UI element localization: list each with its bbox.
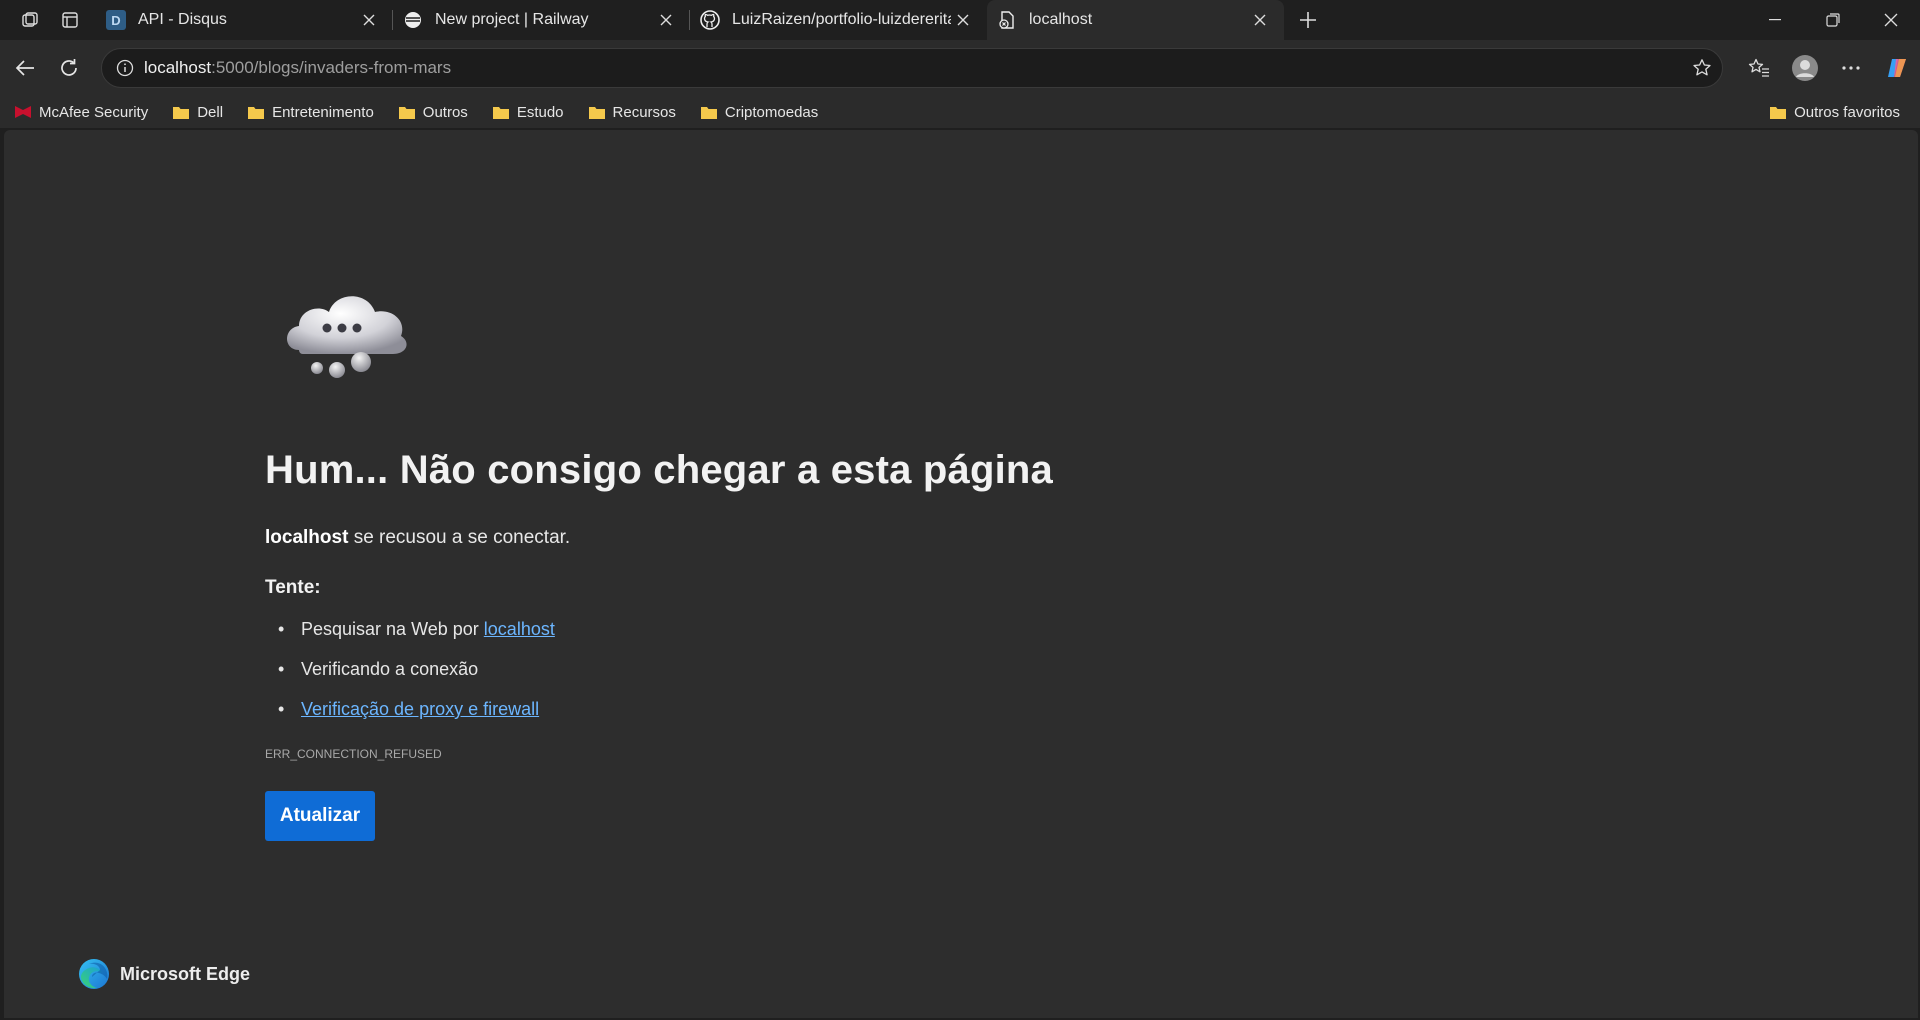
more-options-icon[interactable] <box>1828 46 1874 90</box>
window-controls <box>1746 0 1920 40</box>
suggestion-search-web: Pesquisar na Web por localhost <box>265 609 555 649</box>
bookmark-folder-outros[interactable]: Outros <box>384 96 478 128</box>
error-host: localhost <box>265 527 349 548</box>
favorites-bar: McAfee Security Dell Entretenimento Outr… <box>0 96 1920 128</box>
tab-railway[interactable]: New project | Railway <box>393 0 690 40</box>
folder-icon <box>1769 104 1787 120</box>
bookmark-label: Outros favoritos <box>1794 103 1900 121</box>
back-arrow-icon <box>15 60 34 76</box>
edge-branding: Microsoft Edge <box>78 958 250 990</box>
workspaces-icon[interactable] <box>10 0 50 40</box>
brand-name: Microsoft Edge <box>120 963 251 984</box>
folder-icon <box>588 104 606 120</box>
folder-icon <box>700 104 718 120</box>
folder-icon <box>492 104 510 120</box>
try-label: Tente: <box>265 577 321 598</box>
close-tab-icon[interactable] <box>357 8 381 32</box>
error-heading: Hum... Não consigo chegar a esta página <box>265 448 1053 492</box>
bookmark-label: Dell <box>197 103 224 121</box>
tab-localhost[interactable]: localhost <box>987 0 1284 40</box>
tab-strip: D API - Disqus New project | Railway Lui… <box>0 0 1920 40</box>
close-tab-icon[interactable] <box>654 8 678 32</box>
url-text[interactable]: localhost:5000/blogs/invaders-from-mars <box>144 58 1682 78</box>
mcafee-icon <box>14 104 32 120</box>
favorites-icon[interactable] <box>1736 46 1782 90</box>
tab-title: LuizRaizen/portfolio-luizdererita-c <box>732 11 951 28</box>
bookmark-label: Entretenimento <box>272 103 374 121</box>
minimize-button[interactable] <box>1746 0 1804 40</box>
tab-title: API - Disqus <box>138 11 227 28</box>
bookmark-folder-criptomoedas[interactable]: Criptomoedas <box>686 96 828 128</box>
url-host: localhost <box>144 58 212 77</box>
edge-logo-icon <box>79 959 109 989</box>
close-tab-icon[interactable] <box>951 8 975 32</box>
copilot-icon[interactable] <box>1874 46 1920 90</box>
bookmark-label: Recursos <box>612 103 676 121</box>
address-bar[interactable]: localhost:5000/blogs/invaders-from-mars <box>101 48 1723 88</box>
error-message: se recusou a se conectar. <box>353 527 571 548</box>
toolbar-right <box>1736 46 1920 90</box>
suggestion-proxy-firewall: Verificação de proxy e firewall <box>265 689 555 729</box>
restore-button[interactable] <box>1804 0 1862 40</box>
favorite-star-icon[interactable] <box>1682 58 1722 78</box>
github-icon <box>700 10 720 30</box>
bookmark-folder-recursos[interactable]: Recursos <box>574 96 686 128</box>
url-path: :5000/blogs/invaders-from-mars <box>211 58 452 77</box>
bookmark-folder-dell[interactable]: Dell <box>158 96 233 128</box>
search-localhost-link[interactable]: localhost <box>484 619 555 639</box>
new-tab-button[interactable] <box>1288 0 1328 40</box>
folder-icon <box>172 104 190 120</box>
refresh-page-button[interactable]: Atualizar <box>265 791 375 841</box>
proxy-firewall-link[interactable]: Verificação de proxy e firewall <box>301 699 539 719</box>
bookmark-folder-entretenimento[interactable]: Entretenimento <box>233 96 384 128</box>
folder-icon <box>247 104 265 120</box>
svg-text:D: D <box>111 13 120 28</box>
tab-github[interactable]: LuizRaizen/portfolio-luizdererita-c <box>690 0 987 40</box>
bookmark-mcafee[interactable]: McAfee Security <box>0 96 158 128</box>
refresh-button[interactable] <box>47 46 91 90</box>
refresh-icon <box>61 59 77 76</box>
suggestion-check-connection: Verificando a conexão <box>265 649 555 689</box>
vertical-tabs-icon[interactable] <box>50 0 90 40</box>
cloud-error-icon <box>287 296 407 378</box>
toolbar: localhost:5000/blogs/invaders-from-mars <box>0 40 1920 96</box>
error-page: Hum... Não consigo chegar a esta página … <box>4 130 1918 1018</box>
tab-api-disqus[interactable]: D API - Disqus <box>96 0 393 40</box>
bookmark-label: McAfee Security <box>39 103 149 121</box>
close-window-button[interactable] <box>1862 0 1920 40</box>
bookmark-folder-estudo[interactable]: Estudo <box>478 96 574 128</box>
folder-icon <box>398 104 416 120</box>
close-tab-icon[interactable] <box>1248 8 1272 32</box>
plus-icon <box>1300 12 1316 28</box>
profile-avatar[interactable] <box>1782 46 1828 90</box>
suggestion-text: Pesquisar na Web por <box>301 619 479 639</box>
error-page-icon <box>997 10 1017 30</box>
bookmark-label: Estudo <box>516 103 564 121</box>
back-button[interactable] <box>3 46 47 90</box>
site-info-icon[interactable] <box>106 59 144 77</box>
railway-icon <box>403 10 423 30</box>
bookmark-label: Criptomoedas <box>724 103 819 121</box>
error-description: localhost se recusou a se conectar. <box>265 527 570 549</box>
tab-title: New project | Railway <box>435 11 589 28</box>
error-code: ERR_CONNECTION_REFUSED <box>265 747 442 761</box>
disqus-icon: D <box>106 10 126 30</box>
suggestions-list: Pesquisar na Web por localhost Verifican… <box>265 609 555 729</box>
bookmark-label: Outros <box>422 103 468 121</box>
tab-title: localhost <box>1029 11 1093 28</box>
other-favorites-folder[interactable]: Outros favoritos <box>1755 96 1910 128</box>
